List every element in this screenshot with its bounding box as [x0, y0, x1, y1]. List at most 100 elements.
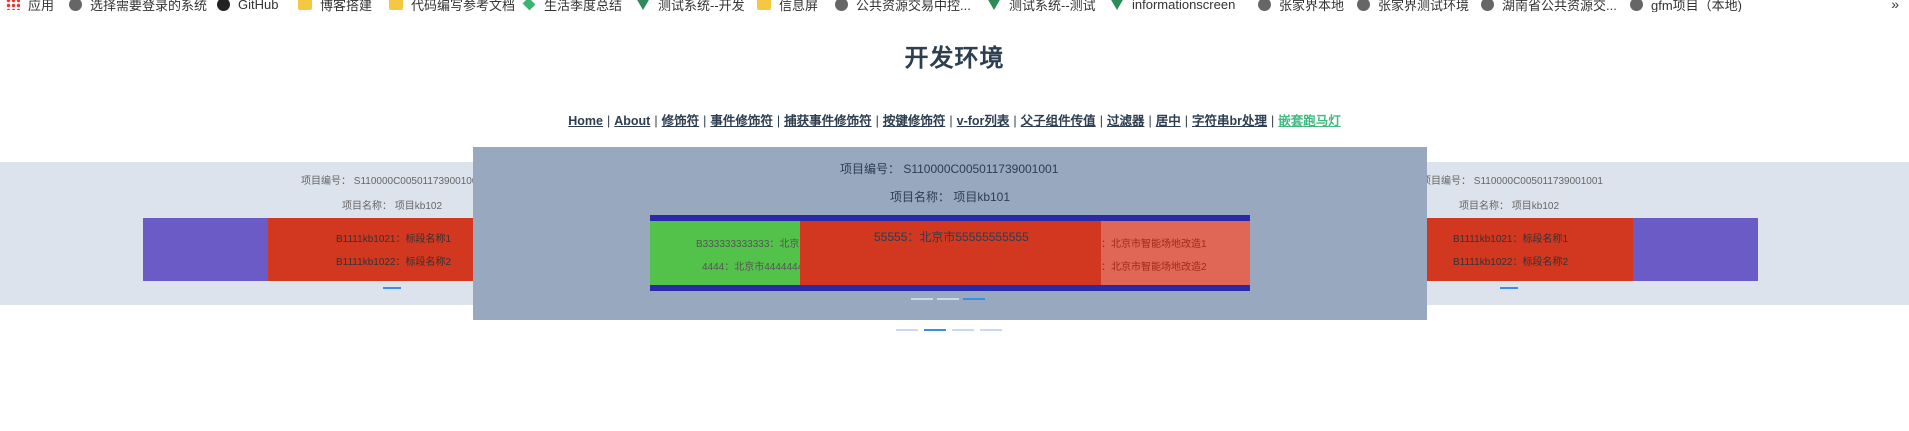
carousel-frame: B333333333333：北京 4444：北京市4444444 55555：北… [650, 215, 1250, 291]
bookmark-test-dev[interactable]: 测试系统--开发 [636, 0, 745, 12]
nav-link-7[interactable]: 父子组件传值 [1021, 114, 1096, 128]
apps-grid-icon [6, 0, 20, 10]
project-number-text: 项目编号： S110000C00501173900100 [301, 176, 478, 187]
bookmark-life-summary[interactable]: 生活季度总结 [522, 0, 622, 12]
bookmark-label: 应用 [28, 0, 55, 12]
globe-icon [1258, 0, 1271, 11]
page-title: 开发环境 [904, 45, 1005, 72]
carousel-indicator[interactable] [980, 329, 1002, 331]
bookmark-github[interactable]: GitHub [217, 0, 278, 12]
globe-icon [1481, 0, 1494, 11]
carousel-indicator[interactable] [911, 298, 933, 300]
gem-icon [522, 0, 536, 11]
globe-icon [1630, 0, 1643, 11]
carousel-slide-red: B1111kb1021：标段名称1 B1111kb1022：标段名称2 [1427, 218, 1633, 281]
bid-section-text: ：北京市智能场地改造2 [1101, 262, 1207, 273]
bookmark-label: 信息屏 [779, 0, 819, 12]
carousel-slide-red-active: 55555：北京市55555555555 [800, 221, 1101, 285]
bookmark-label: 测试系统--测试 [1009, 0, 1096, 12]
folder-icon [298, 0, 312, 10]
nav-link-6[interactable]: v-for列表 [957, 114, 1010, 128]
vue-icon [987, 0, 1001, 10]
carousel-slide-salmon: ：北京市智能场地改造1 ：北京市智能场地改造2 [1101, 221, 1250, 285]
bookmark-label: gfm项目（本地) [1651, 0, 1743, 12]
carousel-indicator[interactable] [937, 298, 959, 300]
nav-separator: | [1099, 114, 1103, 128]
nav-separator: | [949, 114, 953, 128]
carousel-indicator[interactable] [1500, 287, 1518, 289]
bid-section-text: B1111kb1022：标段名称2 [336, 257, 452, 268]
bookmark-label: 公共资源交易中控... [856, 0, 971, 12]
nav-link-1[interactable]: About [614, 114, 650, 128]
project-number-text: 项目编号： S110000C005011739001001 [840, 162, 1059, 176]
vue-icon [636, 0, 650, 10]
bookmark-label: 选择需要登录的系统 [90, 0, 208, 12]
nav-separator: | [776, 114, 781, 128]
nav-link-0[interactable]: Home [568, 114, 603, 128]
nav-separator: | [606, 114, 611, 128]
nav-link-5[interactable]: 按键修饰符 [883, 114, 946, 128]
carousel-slide-purple [1633, 218, 1758, 281]
bookmark-test-test[interactable]: 测试系统--测试 [987, 0, 1096, 12]
bid-section-text: B1111kb1021：标段名称1 [336, 234, 452, 245]
folder-icon [757, 0, 771, 10]
bid-section-text: 55555：北京市55555555555 [874, 230, 1029, 244]
bookmark-zjj-test[interactable]: 张家界测试环境 [1357, 0, 1469, 12]
bookmark-informationscreen[interactable]: informationscreen [1110, 0, 1235, 12]
carousel-indicator[interactable] [896, 329, 918, 331]
bookmark-label: 博客搭建 [320, 0, 373, 12]
bookmark-code-docs[interactable]: 代码编写参考文档 [389, 0, 515, 12]
bid-section-text: B1111kb1022：标段名称2 [1453, 257, 1569, 268]
globe-icon [835, 0, 848, 11]
bookmarks-overflow-button[interactable]: » [1891, 0, 1899, 12]
bookmark-gfm-local[interactable]: gfm项目（本地) [1630, 0, 1742, 12]
router-nav: Home | About | 修饰符 | 事件修饰符 | 捕获事件修饰符 | 按键修饰符 | v-for… [0, 110, 1909, 129]
carousel-slide-purple [143, 218, 268, 281]
project-number-text: 项目编号： S110000C005011739001001 [1421, 176, 1603, 187]
carousel-slide-green: B333333333333：北京 4444：北京市4444444 [650, 221, 800, 285]
bid-section-text: ：北京市智能场地改造1 [1101, 239, 1207, 250]
bookmarks-bar: 应用 选择需要登录的系统 GitHub 博客搭建 代码编写参考文档 生活季度总结… [0, 0, 1909, 12]
nav-separator: | [875, 114, 879, 128]
nav-link-8[interactable]: 过滤器 [1107, 114, 1145, 128]
vue-icon [1110, 0, 1124, 10]
bookmark-label: 张家界测试环境 [1378, 0, 1470, 12]
nav-separator: | [654, 114, 658, 128]
bookmark-label: GitHub [238, 0, 279, 12]
nav-link-3[interactable]: 事件修饰符 [710, 114, 773, 128]
bookmark-public-resources[interactable]: 公共资源交易中控... [835, 0, 971, 12]
project-name-text: 项目名称： 项目kb102 [342, 201, 443, 212]
bookmark-label: 生活季度总结 [544, 0, 623, 12]
globe-icon [1357, 0, 1370, 11]
project-name-text: 项目名称： 项目kb102 [1459, 201, 1560, 212]
bookmark-login-systems[interactable]: 选择需要登录的系统 [69, 0, 207, 12]
nav-link-4[interactable]: 捕获事件修饰符 [784, 114, 872, 128]
nav-link-2[interactable]: 修饰符 [662, 114, 700, 128]
project-name-text: 项目名称： 项目kb101 [890, 190, 1011, 204]
nav-separator: | [703, 114, 707, 128]
folder-icon [389, 0, 403, 10]
bookmark-blog[interactable]: 博客搭建 [298, 0, 372, 12]
nav-separator: | [1148, 114, 1152, 128]
bookmark-label: 湖南省公共资源交... [1502, 0, 1617, 12]
nav-link-10[interactable]: 字符串br处理 [1192, 114, 1267, 128]
globe-icon [69, 0, 82, 11]
bookmark-info-screen[interactable]: 信息屏 [757, 0, 818, 12]
bid-section-text: B1111kb1021：标段名称1 [1453, 234, 1569, 245]
carousel-indicator[interactable] [383, 287, 401, 289]
bid-section-text: B333333333333：北京 [696, 239, 800, 250]
carousel-slide-red: B1111kb1021：标段名称1 B1111kb1022：标段名称2 [268, 218, 473, 281]
bookmark-zjj-local[interactable]: 张家界本地 [1258, 0, 1344, 12]
nav-link-11[interactable]: 嵌套跑马灯 [1278, 114, 1341, 128]
github-icon [217, 0, 230, 11]
nav-separator: | [1013, 114, 1017, 128]
carousel-indicator[interactable] [952, 329, 974, 331]
bookmark-apps[interactable]: 应用 [6, 0, 54, 12]
carousel-indicator-active[interactable] [963, 298, 985, 300]
nav-link-9[interactable]: 居中 [1156, 114, 1181, 128]
nav-separator: | [1270, 114, 1275, 128]
bookmark-hunan-resources[interactable]: 湖南省公共资源交... [1481, 0, 1617, 12]
carousel-indicator-active[interactable] [924, 329, 946, 331]
nav-separator: | [1184, 114, 1188, 128]
bookmark-label: 代码编写参考文档 [411, 0, 516, 12]
